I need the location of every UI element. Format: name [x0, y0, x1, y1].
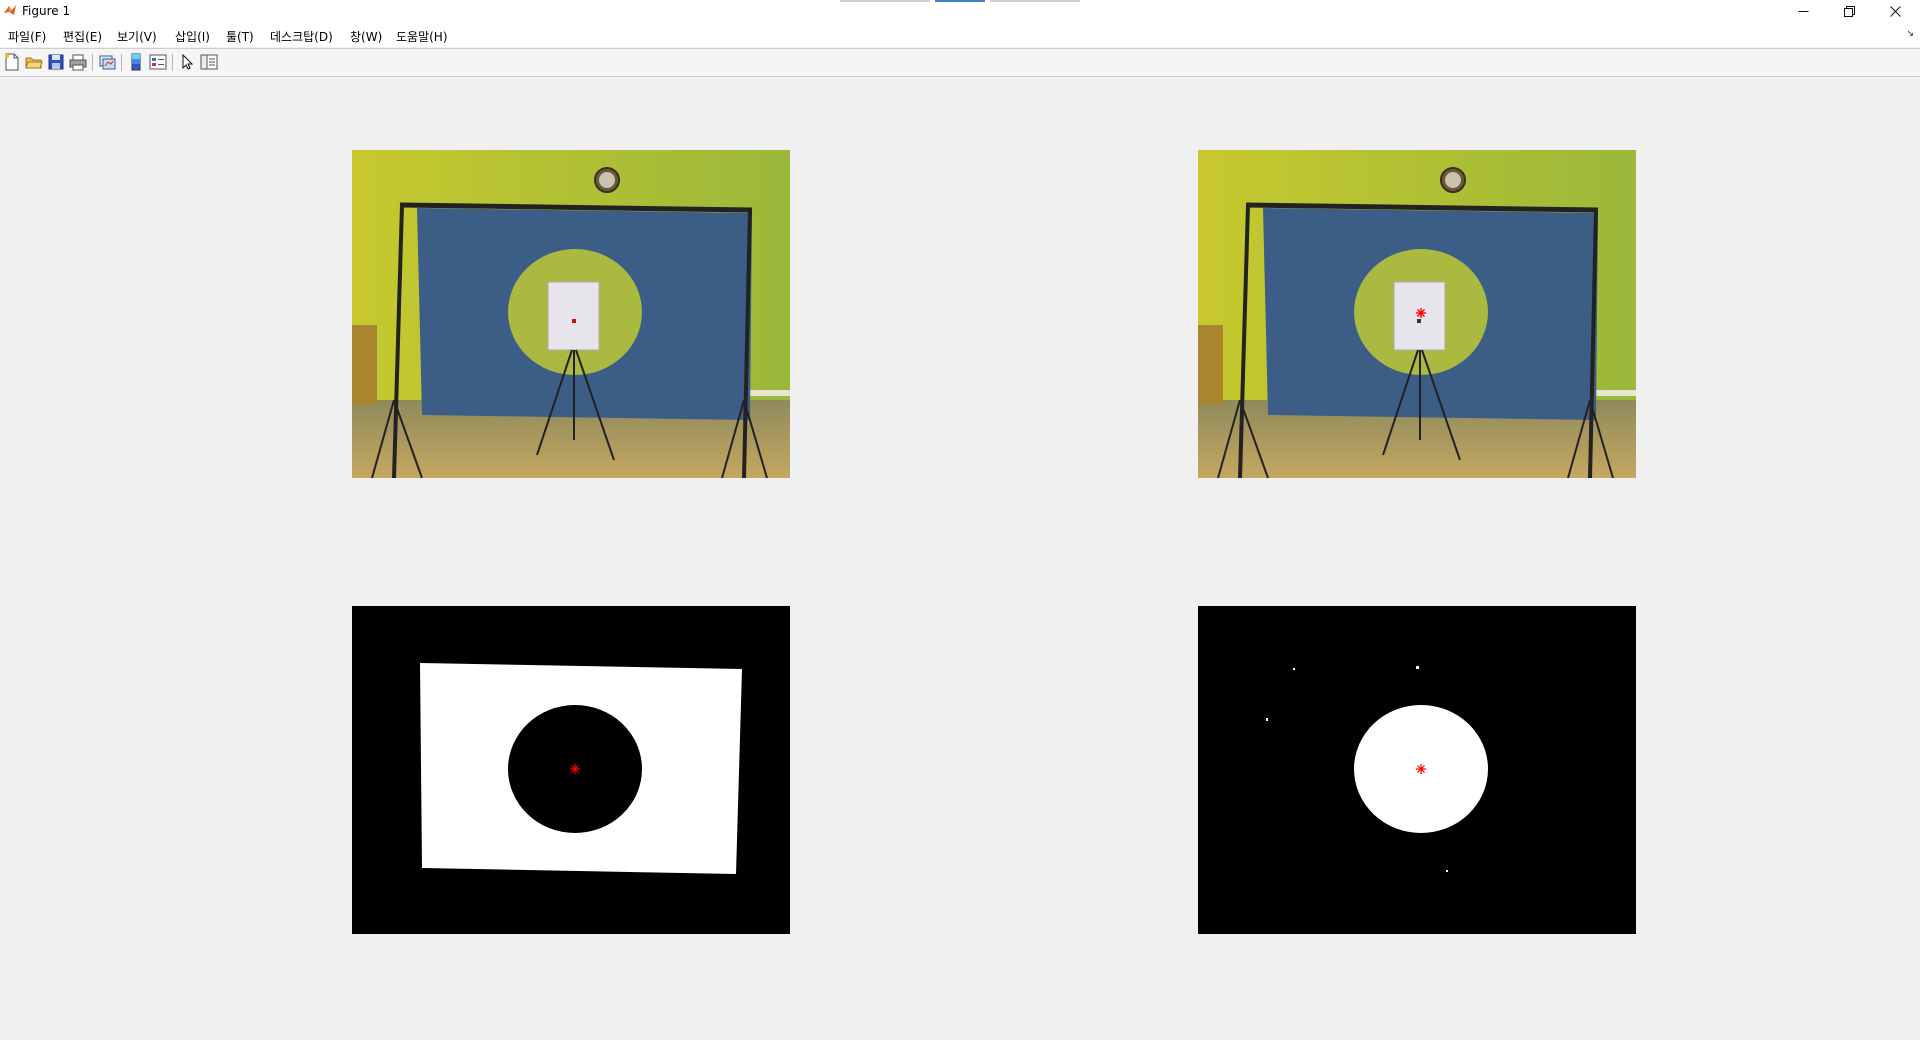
- center-marker: [1416, 308, 1426, 318]
- scene-photo: [352, 150, 790, 478]
- circle-mask-image: [1198, 606, 1636, 934]
- open-file-icon[interactable]: [25, 53, 43, 71]
- subplot-detected-image[interactable]: [1198, 150, 1636, 478]
- restore-icon: [1843, 5, 1855, 17]
- property-inspector-icon[interactable]: [200, 53, 218, 71]
- scene-photo-detected: [1198, 150, 1636, 478]
- menu-edit[interactable]: 편집(E): [63, 28, 102, 45]
- center-marker: [570, 764, 580, 774]
- subplot-circle-mask[interactable]: [1198, 606, 1636, 934]
- title-indicator: [840, 0, 930, 2]
- edit-plot-arrow-icon[interactable]: [178, 53, 196, 71]
- toolbar-separator: [121, 54, 122, 71]
- minimize-icon: [1798, 10, 1808, 12]
- menu-view[interactable]: 보기(V): [117, 28, 157, 45]
- title-indicator: [990, 0, 1080, 2]
- menu-file[interactable]: 파일(F): [8, 28, 46, 45]
- close-button[interactable]: [1872, 0, 1918, 22]
- menu-tools[interactable]: 툴(T): [226, 28, 254, 45]
- toolbar-separator: [92, 54, 93, 71]
- window-title: Figure 1: [22, 4, 71, 18]
- menu-bar: 파일(F) 편집(E) 보기(V) 삽입(I) 툴(T) 데스크탑(D) 창(W…: [0, 23, 1920, 47]
- dock-arrow-icon[interactable]: ↘: [1906, 29, 1914, 39]
- backdrop-mask-image: [352, 606, 790, 934]
- insert-legend-icon[interactable]: [149, 53, 167, 71]
- title-indicator-active: [935, 0, 985, 2]
- close-icon: [1889, 5, 1901, 17]
- menu-desktop[interactable]: 데스크탑(D): [270, 28, 333, 45]
- save-icon[interactable]: [47, 53, 65, 71]
- subplot-original-image[interactable]: [352, 150, 790, 478]
- title-bar: Figure 1: [0, 0, 1920, 23]
- link-plot-icon[interactable]: [98, 53, 116, 71]
- restore-button[interactable]: [1826, 0, 1872, 22]
- subplot-backdrop-mask[interactable]: [352, 606, 790, 934]
- figure-toolbar: [0, 48, 1920, 77]
- insert-colorbar-icon[interactable]: [127, 53, 145, 71]
- new-figure-icon[interactable]: [3, 53, 21, 71]
- matlab-app-icon: [4, 5, 16, 15]
- menu-help[interactable]: 도움말(H): [396, 28, 448, 45]
- minimize-button[interactable]: [1780, 0, 1826, 22]
- center-marker: [1416, 764, 1426, 774]
- menu-insert[interactable]: 삽입(I): [175, 28, 210, 45]
- toolbar-separator: [172, 54, 173, 71]
- print-icon[interactable]: [69, 53, 87, 71]
- menu-window[interactable]: 창(W): [350, 28, 382, 45]
